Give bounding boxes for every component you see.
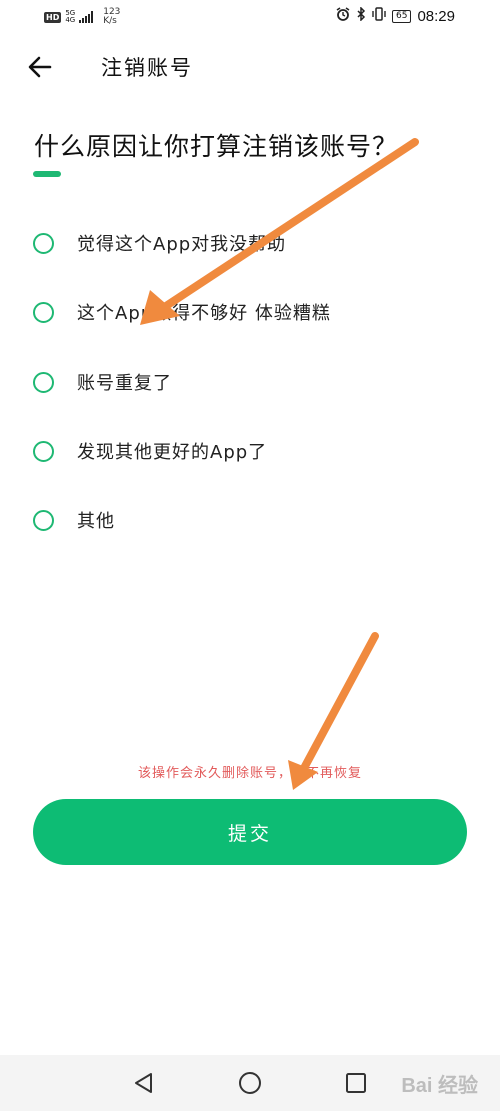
page-title: 注销账号: [101, 56, 193, 80]
signal-icon: [79, 11, 94, 23]
annotation-arrows: [140, 138, 419, 790]
option-other[interactable]: 其他: [0, 490, 500, 550]
hd-badge: HD: [44, 11, 62, 23]
vibrate-icon: [372, 7, 386, 25]
option-label: 觉得这个App对我没帮助: [77, 234, 287, 255]
radio-button[interactable]: [33, 372, 54, 393]
warning-text: 该操作会永久删除账号，且不再恢复: [137, 766, 362, 781]
radio-button[interactable]: [33, 302, 54, 323]
status-time: 08:29: [417, 7, 455, 25]
speed-unit: K/s: [103, 16, 117, 26]
bluetooth-icon: [356, 6, 366, 25]
watermark-logo: Bai 经验: [401, 1075, 478, 1097]
submit-button[interactable]: 提交: [33, 799, 467, 865]
radio-button[interactable]: [33, 441, 54, 462]
question-heading: 什么原因让你打算注销该账号？: [34, 132, 399, 161]
system-nav-bar: Bai 经验: [0, 1055, 500, 1111]
nav-back-icon[interactable]: [132, 1071, 156, 1095]
app-header: 注销账号: [0, 45, 500, 89]
status-right: 65 08:29: [336, 6, 455, 25]
nav-recents-icon[interactable]: [344, 1071, 368, 1095]
status-bar: HD 5G 4G 123 K/s 65 08:29: [0, 0, 500, 34]
option-label: 发现其他更好的App了: [77, 442, 268, 463]
network-type: 5G 4G: [65, 10, 75, 24]
radio-button[interactable]: [33, 510, 54, 531]
radio-button[interactable]: [33, 233, 54, 254]
option-label: 其他: [77, 511, 115, 532]
option-better-app[interactable]: 发现其他更好的App了: [0, 421, 500, 481]
alarm-icon: [336, 7, 350, 25]
option-no-help[interactable]: 觉得这个App对我没帮助: [0, 213, 500, 273]
title-accent-bar: [33, 171, 61, 177]
option-label: 这个App做得不够好 体验糟糕: [77, 303, 331, 324]
status-left: HD 5G 4G 123 K/s: [44, 8, 120, 26]
option-duplicate-account[interactable]: 账号重复了: [0, 352, 500, 412]
option-label: 账号重复了: [77, 373, 172, 394]
network-speed: 123 K/s: [103, 8, 120, 26]
back-arrow-icon[interactable]: [28, 56, 52, 78]
battery-icon: 65: [392, 9, 412, 23]
network-bottom: 4G: [65, 16, 76, 24]
option-bad-experience[interactable]: 这个App做得不够好 体验糟糕: [0, 282, 500, 342]
nav-home-icon[interactable]: [238, 1071, 262, 1095]
